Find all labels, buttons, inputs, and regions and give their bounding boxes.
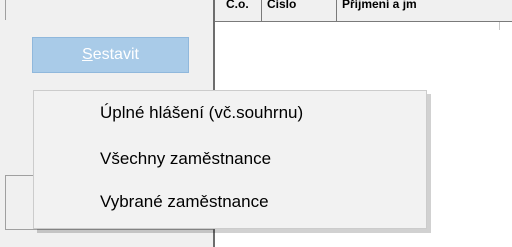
sestavit-accel: S bbox=[82, 46, 93, 63]
menu-item-selected-employees[interactable]: Vybrané zaměstnance bbox=[100, 185, 269, 219]
panel-border bbox=[5, 0, 6, 20]
panel-border bbox=[5, 175, 6, 230]
grid-column-header[interactable]: Příjmení a jm bbox=[336, 0, 512, 21]
grid-header: Č.o. Číslo Příjmení a jm bbox=[215, 0, 512, 22]
panel-border bbox=[5, 175, 35, 176]
grid-column-header[interactable]: Číslo bbox=[261, 0, 337, 21]
sestavit-label: estavit bbox=[92, 46, 139, 63]
menu-item-all-employees[interactable]: Všechny zaměstnance bbox=[100, 142, 271, 176]
grid-border bbox=[499, 22, 500, 30]
grid-column-header[interactable]: Č.o. bbox=[220, 0, 262, 21]
sestavit-button[interactable]: Sestavit bbox=[32, 37, 189, 73]
menu-item-full-report[interactable]: Úplné hlášení (vč.souhrnu) bbox=[100, 96, 303, 130]
dropdown-menu: Úplné hlášení (vč.souhrnu) Všechny zaměs… bbox=[33, 90, 427, 229]
